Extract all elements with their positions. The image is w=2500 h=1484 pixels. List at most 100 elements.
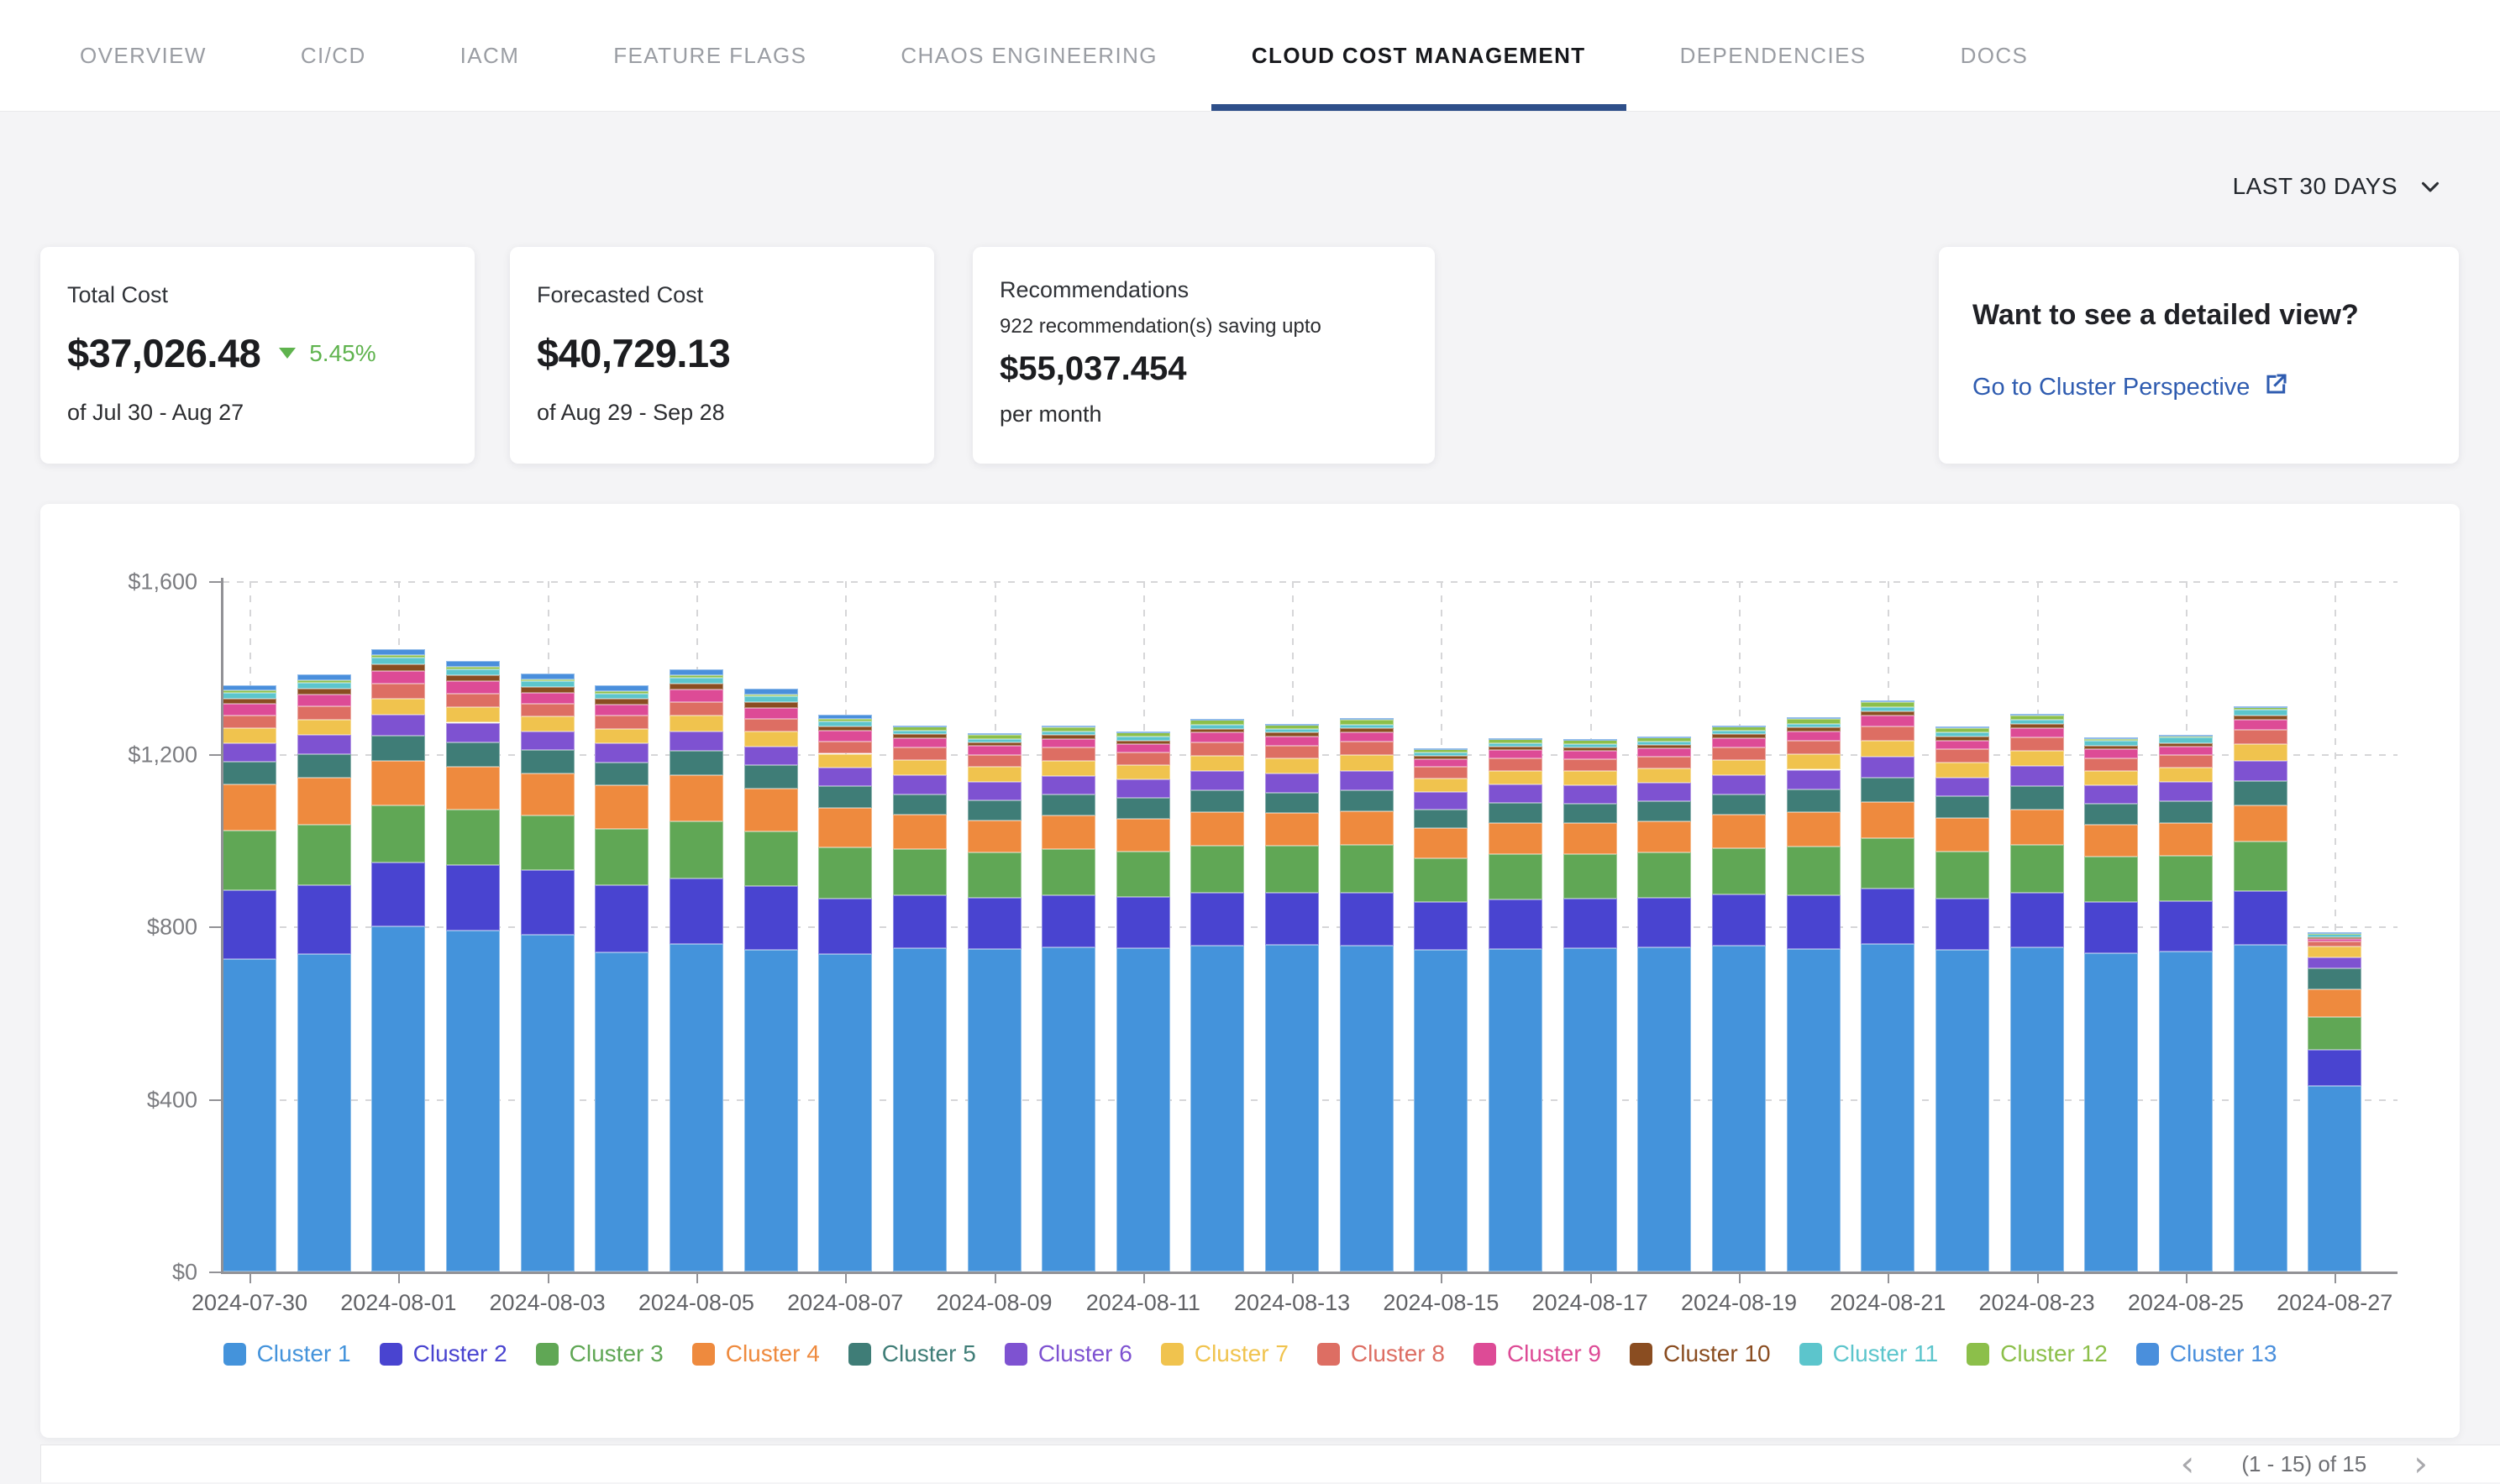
bar-segment-cluster-9[interactable] [1414, 759, 1468, 767]
bar-segment-cluster-11[interactable] [223, 693, 276, 699]
bar-segment-cluster-7[interactable] [1935, 763, 1989, 778]
bar-segment-cluster-10[interactable] [2234, 716, 2287, 720]
bar-segment-cluster-3[interactable] [521, 815, 575, 870]
bar-segment-cluster-6[interactable] [521, 732, 575, 751]
bar-segment-cluster-8[interactable] [446, 694, 500, 707]
bar-segment-cluster-1[interactable] [1190, 946, 1244, 1272]
bar-segment-cluster-1[interactable] [1116, 948, 1170, 1272]
bar-segment-cluster-10[interactable] [1637, 745, 1691, 748]
bar-segment-cluster-3[interactable] [1042, 849, 1095, 895]
bar-segment-cluster-2[interactable] [1190, 893, 1244, 946]
bar-segment-cluster-9[interactable] [1116, 744, 1170, 752]
bar-segment-cluster-2[interactable] [1637, 898, 1691, 947]
bar-segment-cluster-6[interactable] [371, 715, 425, 736]
bar-segment-cluster-9[interactable] [446, 681, 500, 693]
bar-segment-cluster-6[interactable] [1116, 779, 1170, 798]
bar-segment-cluster-3[interactable] [1712, 848, 1766, 894]
bar-segment-cluster-8[interactable] [1414, 767, 1468, 779]
bar-segment-cluster-8[interactable] [1190, 742, 1244, 756]
bar-segment-cluster-10[interactable] [1861, 711, 1914, 716]
bar-segment-cluster-5[interactable] [2159, 801, 2213, 823]
bar-segment-cluster-4[interactable] [1935, 818, 1989, 852]
bar-segment-cluster-7[interactable] [297, 720, 351, 735]
bar-segment-cluster-1[interactable] [1265, 945, 1319, 1272]
legend-item-cluster-9[interactable]: Cluster 9 [1473, 1340, 1601, 1367]
bar-segment-cluster-1[interactable] [1935, 950, 1989, 1272]
bar-segment-cluster-3[interactable] [1563, 854, 1617, 899]
bar-segment-cluster-11[interactable] [1861, 707, 1914, 711]
bar-segment-cluster-6[interactable] [1712, 775, 1766, 794]
bar-segment-cluster-8[interactable] [1265, 746, 1319, 758]
cluster-perspective-link[interactable]: Go to Cluster Perspective [1972, 370, 2434, 404]
bar-segment-cluster-8[interactable] [670, 702, 723, 716]
bar-segment-cluster-3[interactable] [595, 829, 649, 885]
bar-segment-cluster-7[interactable] [223, 728, 276, 742]
bar-segment-cluster-13[interactable] [2159, 735, 2213, 737]
bar-segment-cluster-5[interactable] [1712, 794, 1766, 815]
bar-segment-cluster-13[interactable] [1190, 719, 1244, 721]
bar-segment-cluster-8[interactable] [297, 706, 351, 720]
bar-segment-cluster-7[interactable] [1787, 754, 1841, 769]
bar-segment-cluster-3[interactable] [670, 821, 723, 879]
bar-segment-cluster-11[interactable] [1563, 744, 1617, 747]
bar-segment-cluster-3[interactable] [371, 805, 425, 863]
bar-segment-cluster-4[interactable] [446, 767, 500, 810]
bar-segment-cluster-5[interactable] [1190, 790, 1244, 812]
bar-segment-cluster-4[interactable] [521, 773, 575, 815]
bar-segment-cluster-4[interactable] [1489, 823, 1542, 855]
bar-segment-cluster-3[interactable] [1861, 838, 1914, 889]
bar-segment-cluster-13[interactable] [297, 674, 351, 680]
bar-segment-cluster-13[interactable] [1414, 748, 1468, 750]
bar-segment-cluster-10[interactable] [1935, 737, 1989, 741]
bar-segment-cluster-2[interactable] [670, 878, 723, 943]
bar-segment-cluster-11[interactable] [1712, 731, 1766, 734]
bar-segment-cluster-2[interactable] [1563, 899, 1617, 948]
bar-segment-cluster-6[interactable] [670, 732, 723, 752]
bar-segment-cluster-7[interactable] [818, 754, 872, 768]
bar-segment-cluster-2[interactable] [1414, 902, 1468, 951]
legend-item-cluster-2[interactable]: Cluster 2 [380, 1340, 507, 1367]
bar-segment-cluster-9[interactable] [1190, 732, 1244, 742]
bar-segment-cluster-5[interactable] [1116, 798, 1170, 818]
bar-segment-cluster-6[interactable] [1489, 784, 1542, 803]
bar-segment-cluster-13[interactable] [521, 674, 575, 679]
bar-segment-cluster-3[interactable] [893, 849, 947, 895]
bar-segment-cluster-13[interactable] [670, 669, 723, 675]
bar-segment-cluster-13[interactable] [371, 649, 425, 656]
bar-segment-cluster-8[interactable] [1563, 759, 1617, 771]
bar-segment-cluster-1[interactable] [1489, 949, 1542, 1272]
legend-item-cluster-11[interactable]: Cluster 11 [1799, 1340, 1939, 1367]
bar-segment-cluster-11[interactable] [1787, 724, 1841, 728]
bar-segment-cluster-9[interactable] [1637, 748, 1691, 757]
bar-segment-cluster-5[interactable] [1563, 804, 1617, 824]
bar-segment-cluster-2[interactable] [1489, 899, 1542, 949]
bar-segment-cluster-7[interactable] [2308, 947, 2361, 957]
bar-segment-cluster-9[interactable] [297, 695, 351, 706]
bar-segment-cluster-9[interactable] [223, 704, 276, 715]
bar-segment-cluster-3[interactable] [2084, 857, 2138, 902]
bar-segment-cluster-13[interactable] [2010, 714, 2064, 716]
bar-segment-cluster-9[interactable] [1042, 739, 1095, 748]
bar-segment-cluster-10[interactable] [1712, 734, 1766, 738]
bar-segment-cluster-5[interactable] [297, 754, 351, 778]
bar-segment-cluster-5[interactable] [818, 786, 872, 808]
bar-segment-cluster-4[interactable] [1190, 812, 1244, 846]
bar-segment-cluster-13[interactable] [1340, 718, 1394, 720]
bar-segment-cluster-12[interactable] [371, 655, 425, 658]
bar-segment-cluster-12[interactable] [744, 695, 798, 697]
bar-segment-cluster-2[interactable] [1935, 899, 1989, 951]
bar-segment-cluster-6[interactable] [893, 775, 947, 794]
bar-segment-cluster-12[interactable] [670, 675, 723, 678]
bar-segment-cluster-5[interactable] [1787, 789, 1841, 812]
bar-segment-cluster-4[interactable] [595, 785, 649, 829]
bar-segment-cluster-4[interactable] [2084, 825, 2138, 857]
bar-segment-cluster-13[interactable] [1861, 700, 1914, 702]
bar-segment-cluster-5[interactable] [521, 750, 575, 773]
bar-segment-cluster-13[interactable] [2084, 737, 2138, 739]
bar-segment-cluster-8[interactable] [595, 716, 649, 728]
bar-segment-cluster-12[interactable] [446, 667, 500, 669]
bar-segment-cluster-6[interactable] [2159, 782, 2213, 801]
bar-segment-cluster-1[interactable] [1042, 947, 1095, 1272]
bar-segment-cluster-7[interactable] [2084, 771, 2138, 785]
bar-segment-cluster-5[interactable] [893, 794, 947, 815]
